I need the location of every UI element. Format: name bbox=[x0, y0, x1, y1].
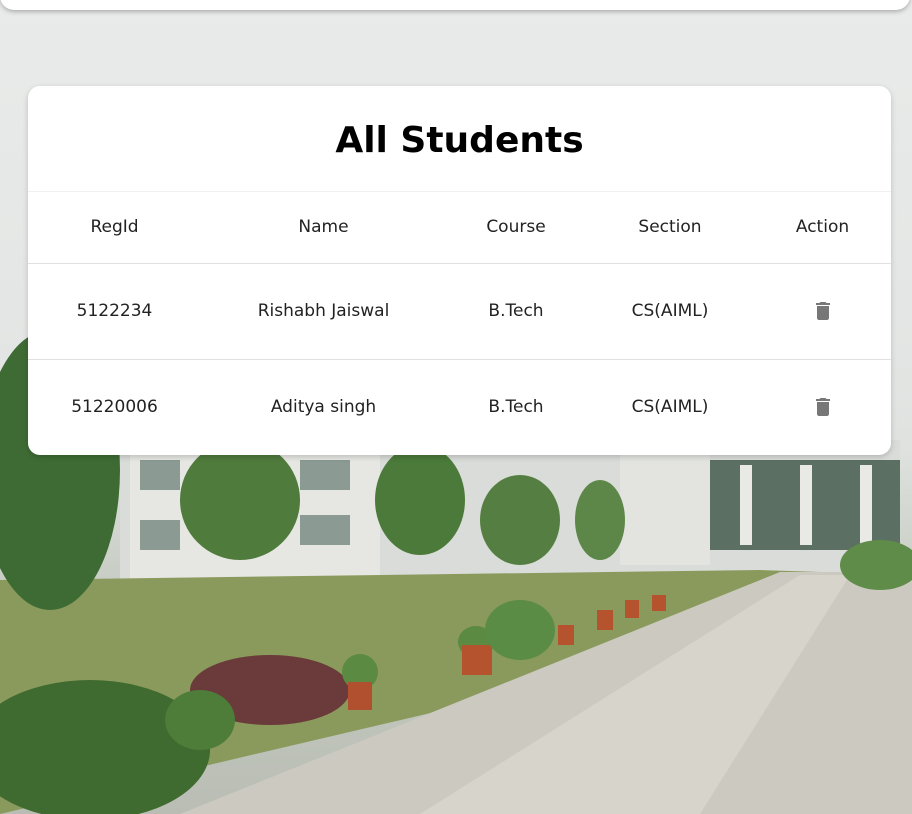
cell-action bbox=[754, 359, 891, 455]
cell-course: B.Tech bbox=[488, 397, 544, 418]
column-header-action: Action bbox=[795, 217, 850, 238]
column-header-course: Course bbox=[486, 217, 546, 238]
top-navbar bbox=[0, 0, 910, 10]
column-header-section: Section bbox=[638, 217, 702, 238]
cell-action bbox=[754, 263, 891, 359]
column-header-name: Name bbox=[298, 217, 349, 238]
page-title: All Students bbox=[28, 86, 891, 192]
cell-section: CS(AIML) bbox=[631, 397, 709, 418]
trash-icon bbox=[815, 302, 830, 320]
delete-button[interactable] bbox=[811, 395, 835, 419]
students-table: RegId Name Course Section Action 5122234… bbox=[28, 192, 891, 455]
students-card: All Students RegId Name Course Section A… bbox=[28, 86, 891, 455]
table-row: 51220006 Aditya singh B.Tech CS(AIML) bbox=[28, 359, 891, 455]
cell-regid: 51220006 bbox=[71, 397, 158, 418]
cell-section: CS(AIML) bbox=[631, 301, 709, 321]
cell-regid: 5122234 bbox=[76, 301, 153, 321]
table-header-row: RegId Name Course Section Action bbox=[28, 192, 891, 263]
column-header-regid: RegId bbox=[90, 217, 139, 238]
table-row: 5122234 Rishabh Jaiswal B.Tech CS(AIML) bbox=[28, 263, 891, 359]
cell-name: Aditya singh bbox=[270, 397, 377, 418]
delete-button[interactable] bbox=[811, 299, 835, 323]
trash-icon bbox=[815, 398, 830, 417]
cell-name: Rishabh Jaiswal bbox=[257, 301, 390, 321]
cell-course: B.Tech bbox=[488, 301, 544, 321]
